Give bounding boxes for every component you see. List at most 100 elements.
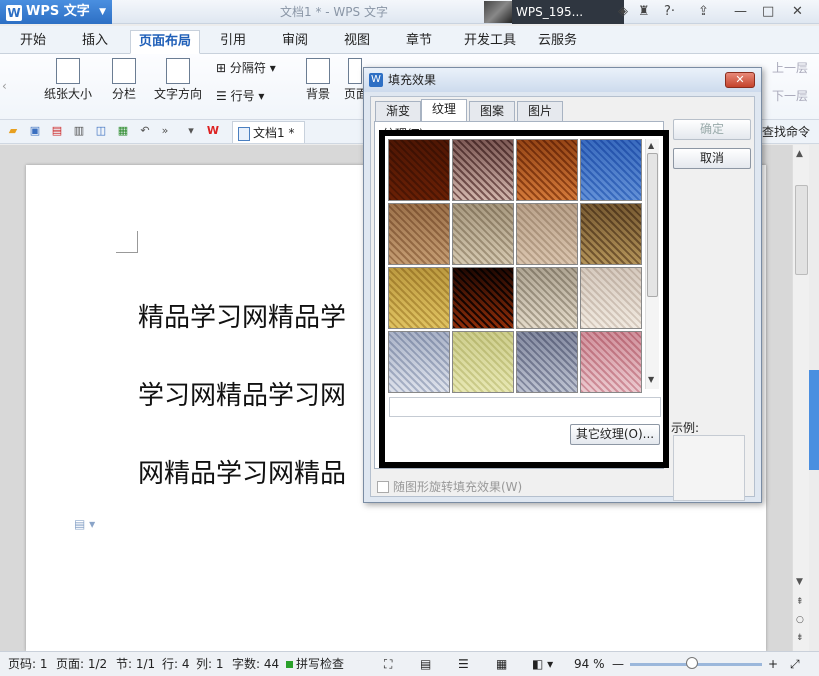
tab-references[interactable]: 引用: [212, 30, 254, 54]
dialog-close-button[interactable]: ✕: [725, 72, 755, 88]
texture-swatch-sand[interactable]: [388, 267, 450, 329]
paper-size-label: 纸张大小: [43, 87, 92, 101]
paragraph-icon[interactable]: ▤ ▾: [74, 517, 95, 531]
send-backward-button[interactable]: 下一层: [772, 88, 808, 104]
find-command[interactable]: 查找命令: [762, 120, 810, 144]
prev-page-icon[interactable]: ⇞: [796, 597, 804, 607]
tab-home[interactable]: 开始: [12, 30, 54, 54]
zoom-slider-knob[interactable]: [686, 657, 699, 669]
upload-icon[interactable]: ⇪: [698, 0, 709, 24]
dialog-title-bar[interactable]: W 填充效果 ✕: [364, 68, 761, 92]
texture-swatch-pink-plaid[interactable]: [580, 331, 642, 393]
scroll-up-icon[interactable]: ▲: [648, 141, 654, 150]
columns-label: 分栏: [111, 87, 136, 101]
wps-w-icon[interactable]: W: [206, 124, 220, 138]
texture-swatch-newsprint[interactable]: [516, 267, 578, 329]
scroll-up-icon[interactable]: ▲: [796, 149, 803, 159]
outline-view-icon[interactable]: ☰: [458, 652, 469, 676]
texture-swatch-blue-tissue[interactable]: [580, 139, 642, 201]
user-area[interactable]: WPS_195...: [484, 0, 624, 24]
texture-swatch-burlap[interactable]: [516, 139, 578, 201]
texture-swatch-brown-leather[interactable]: [388, 139, 450, 201]
close-icon[interactable]: ✕: [792, 0, 803, 24]
more-icon[interactable]: »: [158, 124, 172, 138]
print-preview-icon[interactable]: ◫: [94, 124, 108, 138]
minimize-icon[interactable]: —: [734, 0, 747, 24]
ok-button[interactable]: 确定: [673, 119, 751, 140]
cancel-button[interactable]: 取消: [673, 148, 751, 169]
zoom-out-icon[interactable]: —: [612, 652, 624, 676]
page-view-icon[interactable]: ▤: [420, 652, 431, 676]
scroll-thumb[interactable]: [795, 185, 808, 275]
open-folder-icon[interactable]: ▰: [6, 124, 20, 138]
wps-logo-icon: W: [369, 73, 383, 87]
avatar[interactable]: [484, 1, 512, 23]
tab-insert[interactable]: 插入: [74, 30, 116, 54]
web-view-icon[interactable]: ▦: [496, 652, 507, 676]
vertical-scrollbar[interactable]: ▲ ▼ ⇞ ○ ⇟: [792, 145, 809, 651]
full-screen-view-icon[interactable]: ⛶: [384, 652, 392, 676]
tab-view[interactable]: 视图: [336, 30, 378, 54]
tab-page-layout[interactable]: 页面布局: [130, 30, 201, 54]
print-icon[interactable]: ▥: [72, 124, 86, 138]
texture-swatch-denim-stripe[interactable]: [388, 331, 450, 393]
zoom-in-icon[interactable]: +: [768, 652, 778, 676]
texture-tab-panel: 纹理(T): ▲ ▼ 其它纹理(O)...: [374, 121, 669, 469]
tab-cloud[interactable]: 云服务: [530, 30, 585, 54]
user-name[interactable]: WPS_195...: [512, 0, 624, 24]
save-icon[interactable]: ▣: [28, 124, 42, 138]
texture-scrollbar[interactable]: ▲ ▼: [645, 139, 659, 389]
reading-view-icon[interactable]: ◧ ▾: [532, 652, 553, 676]
customize-icon[interactable]: ▾: [184, 124, 198, 138]
texture-swatch-granite-beige[interactable]: [388, 203, 450, 265]
tab-texture[interactable]: 纹理: [421, 99, 468, 122]
help-icon[interactable]: ?·: [664, 0, 675, 24]
ribbon-scroll-left-icon[interactable]: ‹: [2, 78, 7, 94]
texture-swatch-stucco[interactable]: [580, 203, 642, 265]
app-menu-button[interactable]: W WPS 文字 ▼: [0, 0, 112, 24]
document-line-2[interactable]: 学习网精品学习网: [138, 375, 346, 412]
spell-check-toggle[interactable]: 拼写检查: [286, 652, 344, 676]
tab-developer[interactable]: 开发工具: [456, 30, 524, 54]
tab-review[interactable]: 审阅: [274, 30, 316, 54]
other-texture-button[interactable]: 其它纹理(O)...: [570, 424, 660, 445]
scroll-down-icon[interactable]: ▼: [648, 375, 654, 384]
status-word-count[interactable]: 字数: 44: [232, 652, 279, 676]
texture-scroll-thumb[interactable]: [647, 153, 658, 297]
columns-button[interactable]: 分栏: [104, 54, 144, 102]
texture-swatch-canvas-green[interactable]: [452, 331, 514, 393]
browse-object-icon[interactable]: ○: [796, 615, 804, 625]
maximize-icon[interactable]: □: [762, 0, 774, 24]
bring-forward-button[interactable]: 上一层: [772, 60, 808, 76]
line-number-button[interactable]: ☰ 行号 ▾: [216, 88, 264, 104]
background-button[interactable]: 背景: [300, 54, 336, 102]
separator-button[interactable]: ⊞ 分隔符 ▾: [216, 60, 276, 76]
export-pdf-icon[interactable]: ▤: [50, 124, 64, 138]
scroll-down-icon[interactable]: ▼: [796, 577, 803, 587]
texture-swatch-grey-weave[interactable]: [516, 331, 578, 393]
texture-swatch-sand-speckle[interactable]: [452, 203, 514, 265]
document-tab[interactable]: 文档1 *: [232, 121, 306, 143]
tab-picture[interactable]: 图片: [517, 101, 564, 121]
texture-swatch-parchment[interactable]: [516, 203, 578, 265]
tab-chapter[interactable]: 章节: [398, 30, 440, 54]
document-line-1[interactable]: 精品学习网精品学: [138, 297, 346, 334]
texture-swatch-leopard[interactable]: [452, 267, 514, 329]
zoom-level[interactable]: 94 %: [574, 652, 605, 676]
image-icon[interactable]: ▦: [116, 124, 130, 138]
paper-size-button[interactable]: 纸张大小: [38, 54, 98, 102]
tab-pattern[interactable]: 图案: [469, 101, 516, 121]
text-direction-button[interactable]: 文字方向: [150, 54, 206, 102]
tab-gradient[interactable]: 渐变: [375, 101, 422, 121]
texture-name-field: [389, 397, 661, 417]
texture-swatch-woven-mat[interactable]: [452, 139, 514, 201]
shirt-icon[interactable]: ♜: [638, 0, 650, 24]
texture-swatch-white-grain[interactable]: [580, 267, 642, 329]
rotate-with-shape-checkbox[interactable]: 随图形旋转填充效果(W): [377, 478, 522, 495]
fit-page-icon[interactable]: ⤢: [790, 652, 800, 676]
side-panel-toggle[interactable]: [809, 370, 819, 470]
document-line-3[interactable]: 网精品学习网精品: [138, 453, 346, 490]
undo-icon[interactable]: ↶: [138, 124, 152, 138]
next-page-icon[interactable]: ⇟: [796, 633, 804, 643]
skin-icon[interactable]: ◈: [618, 0, 628, 24]
